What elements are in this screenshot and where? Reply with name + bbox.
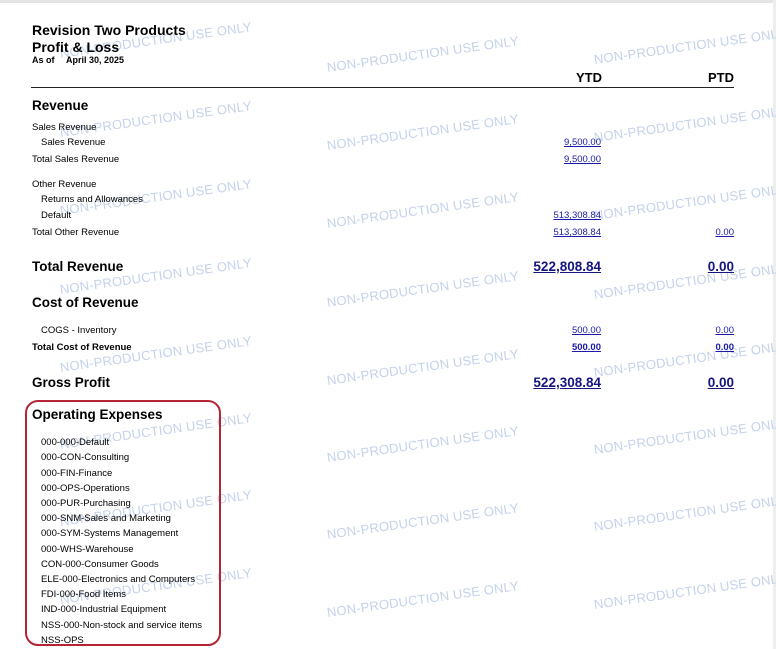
watermark: NON-PRODUCTION USE ONLY — [592, 415, 776, 457]
sales-revenue-group: Sales Revenue — [32, 122, 97, 133]
watermark: NON-PRODUCTION USE ONLY — [592, 103, 776, 145]
as-of-date: April 30, 2025 — [66, 55, 125, 65]
watermark: NON-PRODUCTION USE ONLY — [325, 578, 520, 620]
as-of-label: As of — [32, 55, 55, 65]
total-cost-of-revenue-ptd-link[interactable]: 0.00 — [716, 343, 735, 353]
watermark: NON-PRODUCTION USE ONLY — [592, 338, 776, 380]
total-revenue-label: Total Revenue — [32, 259, 124, 274]
cogs-inventory-ytd-link[interactable]: 500.00 — [572, 326, 601, 336]
company-name: Revision Two Products — [32, 22, 186, 38]
default-revenue-item: Default — [41, 210, 72, 221]
sales-revenue-ytd-link[interactable]: 9,500.00 — [564, 138, 601, 148]
watermark: NON-PRODUCTION USE ONLY — [325, 189, 520, 231]
highlight-callout — [25, 400, 221, 646]
total-cost-of-revenue-ytd-link[interactable]: 500.00 — [572, 343, 601, 353]
watermark: NON-PRODUCTION USE ONLY — [325, 346, 520, 388]
watermark: NON-PRODUCTION USE ONLY — [592, 570, 776, 612]
watermark: NON-PRODUCTION USE ONLY — [592, 181, 776, 223]
watermark: NON-PRODUCTION USE ONLY — [325, 423, 520, 465]
gross-profit-label: Gross Profit — [32, 375, 111, 390]
total-revenue-ytd-link[interactable]: 522,808.84 — [533, 260, 601, 274]
header-rule — [31, 87, 734, 88]
watermark: NON-PRODUCTION USE ONLY — [325, 500, 520, 542]
default-revenue-ytd-link[interactable]: 513,308.84 — [553, 211, 601, 221]
total-other-revenue-label: Total Other Revenue — [32, 227, 120, 238]
total-sales-revenue-ytd-link[interactable]: 9,500.00 — [564, 155, 601, 165]
cogs-inventory-item: COGS - Inventory — [41, 325, 117, 336]
sales-revenue-item: Sales Revenue — [41, 137, 106, 148]
total-other-revenue-ptd-link[interactable]: 0.00 — [716, 228, 735, 238]
column-header-ptd: PTD — [708, 70, 734, 85]
watermark: NON-PRODUCTION USE ONLY — [592, 260, 776, 302]
cost-of-revenue-heading: Cost of Revenue — [32, 295, 139, 310]
total-other-revenue-ytd-link[interactable]: 513,308.84 — [553, 228, 601, 238]
report-title: Profit & Loss — [32, 39, 120, 55]
total-cost-of-revenue-label: Total Cost of Revenue — [32, 342, 132, 353]
watermark: NON-PRODUCTION USE ONLY — [592, 25, 776, 67]
returns-allowances-item: Returns and Allowances — [41, 194, 143, 205]
window-top-border — [0, 0, 776, 3]
gross-profit-ptd-link[interactable]: 0.00 — [708, 376, 734, 390]
watermark: NON-PRODUCTION USE ONLY — [58, 333, 253, 375]
watermark: NON-PRODUCTION USE ONLY — [592, 492, 776, 534]
total-revenue-ptd-link[interactable]: 0.00 — [708, 260, 734, 274]
watermark: NON-PRODUCTION USE ONLY — [325, 268, 520, 310]
watermark: NON-PRODUCTION USE ONLY — [325, 111, 520, 153]
cogs-inventory-ptd-link[interactable]: 0.00 — [716, 326, 735, 336]
column-header-ytd: YTD — [576, 70, 602, 85]
revenue-heading: Revenue — [32, 98, 89, 113]
watermark: NON-PRODUCTION USE ONLY — [325, 33, 520, 75]
other-revenue-group: Other Revenue — [32, 179, 97, 190]
total-sales-revenue-label: Total Sales Revenue — [32, 154, 120, 165]
gross-profit-ytd-link[interactable]: 522,308.84 — [533, 376, 601, 390]
